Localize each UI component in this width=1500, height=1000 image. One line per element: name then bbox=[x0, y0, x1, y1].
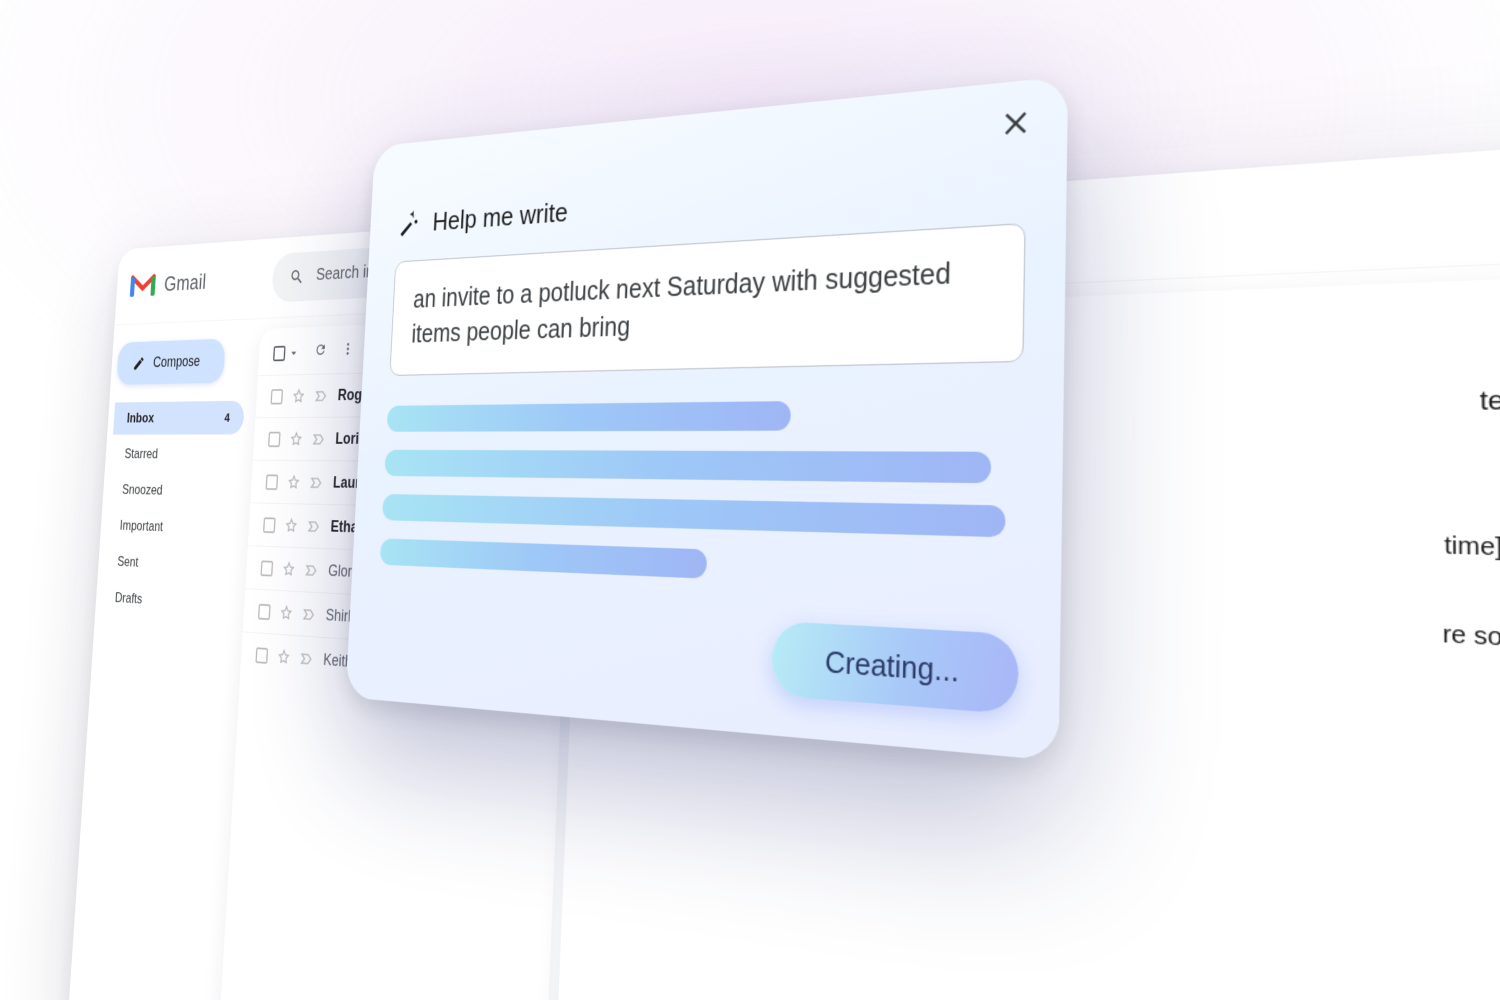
important-icon[interactable] bbox=[304, 561, 319, 579]
sidebar-item-starred[interactable]: Starred bbox=[111, 438, 243, 472]
brand: Gmail bbox=[129, 264, 273, 300]
star-icon[interactable] bbox=[277, 648, 291, 667]
star-icon[interactable] bbox=[289, 430, 303, 447]
skeleton-line bbox=[380, 538, 708, 578]
important-icon[interactable] bbox=[309, 474, 324, 492]
prompt-input[interactable]: an invite to a potluck next Saturday wit… bbox=[389, 223, 1025, 376]
row-checkbox[interactable] bbox=[268, 431, 281, 446]
compose-button[interactable]: Compose bbox=[116, 339, 225, 385]
select-all-checkbox[interactable] bbox=[273, 345, 300, 361]
pencil-icon bbox=[132, 355, 145, 371]
help-me-write-panel: Help me write an invite to a potluck nex… bbox=[345, 76, 1068, 761]
row-checkbox[interactable] bbox=[270, 389, 283, 404]
loading-skeleton bbox=[380, 398, 1023, 592]
star-icon[interactable] bbox=[279, 604, 293, 622]
creating-button[interactable]: Creating... bbox=[771, 621, 1019, 715]
popup-title: Help me write bbox=[432, 196, 569, 237]
important-icon[interactable] bbox=[307, 517, 322, 535]
important-icon[interactable] bbox=[312, 430, 327, 447]
search-icon bbox=[289, 267, 305, 286]
row-checkbox[interactable] bbox=[260, 560, 273, 576]
compose-label: Compose bbox=[153, 353, 201, 371]
sidebar-item-inbox[interactable]: Inbox 4 bbox=[113, 401, 245, 435]
skeleton-line bbox=[384, 450, 991, 483]
sidebar-item-sent[interactable]: Sent bbox=[103, 545, 235, 584]
star-icon[interactable] bbox=[284, 517, 298, 535]
star-icon[interactable] bbox=[291, 387, 305, 404]
sidebar-item-drafts[interactable]: Drafts bbox=[101, 581, 234, 622]
sidebar-item-important[interactable]: Important bbox=[106, 509, 238, 547]
gmail-logo-icon bbox=[129, 271, 157, 300]
important-icon[interactable] bbox=[302, 605, 317, 624]
close-icon[interactable] bbox=[999, 105, 1032, 141]
important-icon[interactable] bbox=[314, 387, 329, 404]
row-checkbox[interactable] bbox=[265, 474, 278, 490]
more-icon[interactable] bbox=[341, 341, 354, 361]
sidebar-item-snoozed[interactable]: Snoozed bbox=[108, 473, 240, 509]
chevron-down-icon bbox=[287, 345, 300, 361]
inbox-count: 4 bbox=[224, 410, 230, 424]
row-checkbox[interactable] bbox=[255, 647, 268, 664]
row-checkbox[interactable] bbox=[258, 603, 271, 619]
star-icon[interactable] bbox=[282, 560, 296, 578]
skeleton-line bbox=[387, 401, 792, 432]
skeleton-line bbox=[382, 494, 1006, 537]
magic-wand-icon bbox=[397, 209, 421, 238]
row-checkbox[interactable] bbox=[263, 517, 276, 533]
star-icon[interactable] bbox=[287, 473, 301, 490]
important-icon[interactable] bbox=[300, 649, 315, 668]
brand-name: Gmail bbox=[163, 269, 207, 297]
nav-label: Inbox bbox=[126, 410, 154, 426]
refresh-icon[interactable] bbox=[314, 342, 327, 362]
